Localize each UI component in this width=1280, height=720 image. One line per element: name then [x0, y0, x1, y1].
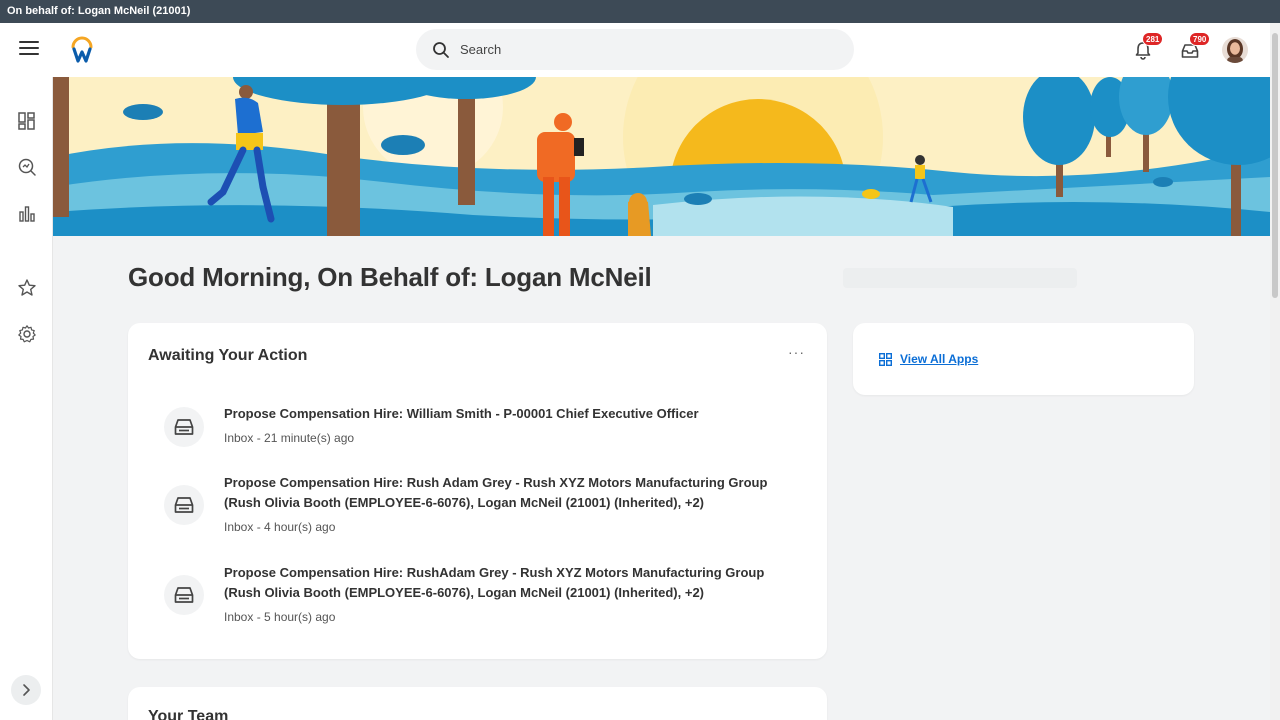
star-icon[interactable] — [17, 278, 37, 298]
inbox-tray-icon — [174, 587, 194, 603]
welcome-banner-illustration — [53, 77, 1270, 236]
chevron-right-icon — [23, 684, 30, 696]
task-item[interactable]: Propose Compensation Hire: William Smith… — [164, 404, 804, 464]
page-scrollbar[interactable] — [1270, 23, 1280, 720]
task-subtitle: Inbox - 4 hour(s) ago — [224, 520, 336, 534]
view-all-apps-label: View All Apps — [900, 352, 979, 366]
scrollbar-thumb[interactable] — [1272, 33, 1278, 298]
apps-card: View All Apps — [853, 323, 1194, 395]
workday-logo[interactable] — [68, 36, 96, 64]
task-subtitle: Inbox - 21 minute(s) ago — [224, 431, 355, 445]
search-input[interactable]: Search — [416, 29, 854, 70]
notifications-button[interactable]: 281 — [1132, 32, 1164, 63]
apps-grid-icon — [879, 352, 892, 366]
task-title: Propose Compensation Hire: Rush Adam Gre… — [224, 475, 768, 510]
loading-placeholder — [843, 268, 1077, 288]
inbox-badge: 790 — [1189, 32, 1211, 46]
task-icon-wrap — [164, 575, 204, 615]
expand-sidebar-button[interactable] — [11, 675, 41, 705]
avatar-image — [1222, 37, 1248, 63]
inbox-tray-icon — [174, 497, 194, 513]
task-item[interactable]: Propose Compensation Hire: RushAdam Grey… — [164, 563, 804, 629]
inbox-button[interactable]: 790 — [1179, 32, 1211, 63]
view-all-apps-link[interactable]: View All Apps — [879, 352, 978, 366]
your-team-card: Your Team — [128, 687, 827, 720]
bar-chart-icon[interactable] — [17, 204, 37, 224]
menu-icon[interactable] — [19, 41, 39, 57]
sidebar — [0, 77, 53, 720]
task-item[interactable]: Propose Compensation Hire: Rush Adam Gre… — [164, 473, 804, 539]
apps-grid-icon[interactable] — [17, 111, 37, 131]
your-team-title: Your Team — [148, 708, 229, 720]
top-header: Search 281 790 — [0, 23, 1270, 77]
task-subtitle: Inbox - 5 hour(s) ago — [224, 610, 336, 624]
notifications-badge: 281 — [1142, 32, 1164, 46]
gear-icon[interactable] — [17, 324, 37, 344]
search-insights-icon[interactable] — [17, 157, 37, 177]
awaiting-action-title: Awaiting Your Action — [148, 347, 308, 364]
task-icon-wrap — [164, 407, 204, 447]
inbox-tray-icon — [174, 419, 194, 435]
task-title: Propose Compensation Hire: William Smith… — [224, 406, 699, 421]
avatar[interactable] — [1222, 37, 1248, 63]
more-options-button[interactable]: ··· — [788, 345, 804, 361]
task-title: Propose Compensation Hire: RushAdam Grey… — [224, 565, 765, 600]
search-icon — [433, 42, 449, 58]
awaiting-action-card: Awaiting Your Action ··· Propose Compens… — [128, 323, 827, 659]
page-title: Good Morning, On Behalf of: Logan McNeil — [128, 262, 652, 292]
search-placeholder: Search — [460, 42, 502, 57]
task-icon-wrap — [164, 485, 204, 525]
proxy-banner: On behalf of: Logan McNeil (21001) — [0, 0, 1280, 23]
